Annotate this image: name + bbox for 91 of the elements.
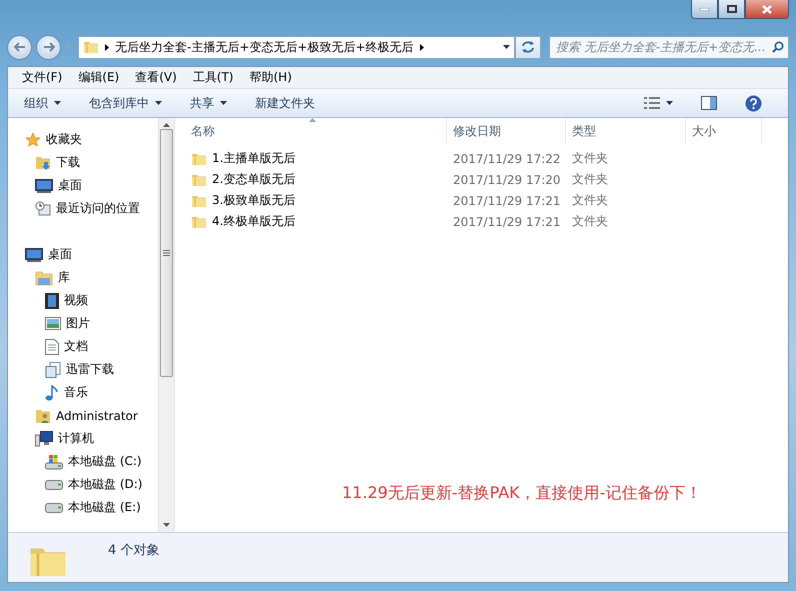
grip-icon <box>163 250 170 256</box>
table-cell-text: 2017/11/29 17:21 <box>453 214 562 228</box>
sidebar-item[interactable]: 最近访问的位置 <box>8 197 158 220</box>
folder-download-icon <box>35 154 51 170</box>
table-cell-text: 文件夹 <box>572 192 609 209</box>
table-cell-text: 2017/11/29 17:21 <box>453 194 562 208</box>
folder-icon <box>83 39 99 55</box>
table-cell-text: 2017/11/29 17:22 <box>453 152 562 166</box>
recent-places-icon <box>35 200 51 216</box>
sidebar-item[interactable]: 视频 <box>8 289 158 312</box>
menu-item[interactable]: 查看(V) <box>127 69 185 86</box>
picture-icon <box>45 317 61 330</box>
column-header[interactable]: 修改日期 <box>447 118 566 144</box>
menu-item[interactable]: 工具(T) <box>184 69 242 86</box>
list-view-icon <box>644 97 660 109</box>
star-icon <box>25 132 41 148</box>
table-cell-text: 文件夹 <box>572 171 609 188</box>
table-cell-text: 文件夹 <box>572 213 609 230</box>
sidebar-item[interactable]: 收藏夹 <box>8 128 158 151</box>
sidebar-item[interactable]: 迅雷下载 <box>8 358 158 381</box>
monitor-icon <box>35 178 53 192</box>
maximize-button[interactable] <box>718 0 745 19</box>
table-cell-text: 文件夹 <box>572 150 609 167</box>
sidebar-item[interactable]: 图片 <box>8 312 158 335</box>
sort-arrow-icon <box>309 118 316 122</box>
sidebar-item[interactable]: 音乐 <box>8 381 158 404</box>
address-field[interactable]: 无后坐力全套-主播无后+变态无后+极致无后+终极无后 <box>78 36 515 58</box>
toolbar-button[interactable]: 新建文件夹 <box>245 91 325 115</box>
refresh-icon <box>521 41 535 53</box>
toolbar-button[interactable]: 包含到库中 <box>79 91 172 115</box>
scrollbar-thumb[interactable] <box>160 129 173 377</box>
monitor-icon <box>25 248 43 262</box>
column-header[interactable]: 类型 <box>566 118 686 144</box>
chevron-right-icon <box>105 44 109 50</box>
column-header[interactable]: 大小 <box>686 118 762 144</box>
arrow-left-icon <box>14 42 26 52</box>
help-icon <box>745 94 762 112</box>
caret-icon <box>54 101 61 105</box>
close-icon <box>762 4 772 14</box>
file-list-item[interactable]: 3.极致单版无后 <box>191 192 453 209</box>
column-header[interactable]: 名称 <box>185 118 447 144</box>
computer-icon <box>35 430 53 446</box>
note-text: 11.29无后更新-替换PAK，直接使用-记住备份下！ <box>342 483 702 504</box>
caret-icon <box>666 101 673 105</box>
file-list-item[interactable]: 4.终极单版无后 <box>191 213 453 230</box>
sidebar-item[interactable]: 桌面 <box>8 174 158 197</box>
sidebar-item[interactable]: 本地磁盘 (D:) <box>8 473 158 496</box>
menu-item[interactable]: 帮助(H) <box>242 69 300 86</box>
scroll-down-icon <box>163 523 170 527</box>
file-list-item[interactable]: 1.主播单版无后 <box>191 150 453 167</box>
library-folder-icon <box>35 270 53 286</box>
menu-item[interactable]: 编辑(E) <box>70 69 128 86</box>
preview-pane-icon <box>701 96 717 110</box>
minimize-icon <box>700 8 709 10</box>
sidebar-item[interactable]: 计算机 <box>8 427 158 450</box>
caret-icon <box>503 45 510 49</box>
refresh-button[interactable] <box>515 36 541 58</box>
toolbar-button[interactable]: 组织 <box>14 91 71 115</box>
scroll-up-icon <box>163 123 170 127</box>
document-icon <box>45 338 59 354</box>
user-folder-icon <box>35 408 51 424</box>
sidebar-item[interactable]: 下载 <box>8 151 158 174</box>
drive-icon <box>45 502 63 512</box>
caret-icon <box>155 101 162 105</box>
search-icon <box>772 41 784 53</box>
search-field[interactable]: 搜索 无后坐力全套-主播无后+变态无... <box>549 36 789 58</box>
sidebar-item[interactable]: 本地磁盘 (C:) <box>8 450 158 473</box>
minimize-button[interactable] <box>691 0 718 19</box>
sidebar-item[interactable]: 文档 <box>8 335 158 358</box>
sidebar-item[interactable]: Administrator <box>8 404 158 427</box>
menu-item[interactable]: 文件(F) <box>14 69 70 86</box>
music-note-icon <box>45 384 59 400</box>
back-button[interactable] <box>7 34 32 60</box>
item-count: 4 个对象 <box>108 542 160 559</box>
sidebar-item[interactable]: 库 <box>8 266 158 289</box>
close-button[interactable] <box>745 0 789 19</box>
sidebar-item[interactable]: 桌面 <box>8 243 158 266</box>
chevron-right-icon <box>420 44 424 50</box>
maximize-icon <box>726 5 736 13</box>
arrow-right-icon <box>42 42 54 52</box>
film-icon <box>45 292 59 308</box>
scrollbar[interactable] <box>158 118 174 532</box>
toolbar-button[interactable]: 共享 <box>180 91 237 115</box>
system-drive-icon <box>45 454 63 470</box>
file-list-item[interactable]: 2.变态单版无后 <box>191 171 453 188</box>
drive-icon <box>45 480 63 490</box>
sidebar-item[interactable]: 本地磁盘 (E:) <box>8 496 158 519</box>
table-cell-text: 2017/11/29 17:20 <box>453 172 562 186</box>
caret-icon <box>220 101 227 105</box>
document-stack-icon <box>45 362 61 378</box>
forward-button[interactable] <box>36 34 61 60</box>
